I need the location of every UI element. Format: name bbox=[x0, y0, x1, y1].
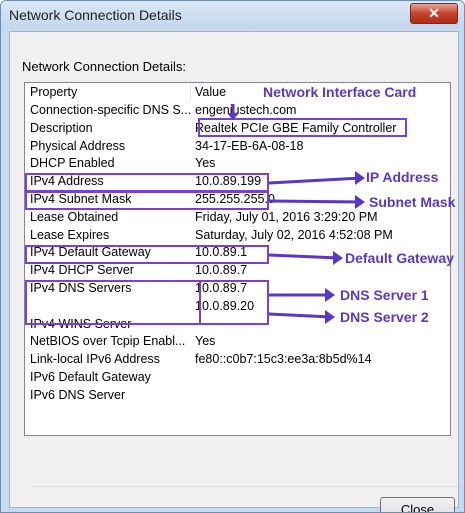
property-cell: Lease Expires bbox=[30, 227, 110, 242]
annotation-dns1: DNS Server 1 bbox=[340, 287, 429, 303]
table-row[interactable]: Lease Expires Saturday, July 02, 2016 4:5… bbox=[25, 226, 450, 244]
network-connection-details-window: Network Connection Details ✕ Network Con… bbox=[0, 0, 465, 513]
details-caption: Network Connection Details: bbox=[22, 59, 187, 74]
highlight-dns-values bbox=[199, 280, 269, 325]
annotation-gateway: Default Gateway bbox=[345, 250, 454, 266]
value-cell: Yes bbox=[195, 156, 216, 171]
value-cell: fe80::c0b7:15c3:ee3a:8b5d%14 bbox=[195, 352, 372, 367]
divider bbox=[33, 486, 458, 487]
property-cell: IPv6 Default Gateway bbox=[30, 370, 151, 384]
annotation-dns2: DNS Server 2 bbox=[340, 309, 429, 325]
value-cell: Yes bbox=[195, 334, 216, 349]
property-cell: Physical Address bbox=[30, 138, 126, 153]
annotation-subnet: Subnet Mask bbox=[369, 194, 456, 210]
table-row[interactable]: Physical Address 34-17-EB-6A-08-18 bbox=[25, 137, 450, 155]
property-cell: Lease Obtained bbox=[30, 209, 119, 224]
property-cell: Description bbox=[30, 120, 93, 135]
value-cell: Saturday, July 02, 2016 4:52:08 PM bbox=[195, 227, 393, 242]
table-row[interactable]: Lease Obtained Friday, July 01, 2016 3:29… bbox=[25, 208, 450, 226]
window-close-button[interactable]: ✕ bbox=[410, 3, 458, 24]
property-cell: NetBIOS over Tcpip Enabl... bbox=[30, 334, 186, 349]
highlight-subnet-mask bbox=[25, 191, 269, 210]
annotation-nic: Network Interface Card bbox=[263, 84, 417, 100]
value-cell: Friday, July 01, 2016 3:29:20 PM bbox=[195, 209, 378, 224]
value-cell: 34-17-EB-6A-08-18 bbox=[195, 138, 304, 153]
property-cell: Connection-specific DNS S... bbox=[30, 103, 192, 117]
window-title: Network Connection Details bbox=[9, 7, 182, 23]
table-row[interactable]: NetBIOS over Tcpip Enabl... Yes bbox=[25, 332, 450, 350]
annotation-ip: IP Address bbox=[366, 169, 439, 185]
property-cell: IPv6 DNS Server bbox=[30, 387, 126, 402]
header-value[interactable]: Value bbox=[195, 83, 226, 101]
highlight-description bbox=[198, 118, 407, 137]
table-row[interactable]: Link-local IPv6 Address fe80::c0b7:15c3:e… bbox=[25, 350, 450, 368]
table-row[interactable]: IPv6 DNS Server bbox=[25, 386, 450, 404]
highlight-ipv4-address bbox=[25, 173, 269, 192]
value-cell: engeniustech.com bbox=[195, 103, 297, 117]
table-row[interactable]: Connection-specific DNS S... engeniustech… bbox=[25, 101, 450, 119]
highlight-default-gateway bbox=[25, 245, 269, 264]
property-cell: Link-local IPv6 Address bbox=[30, 352, 160, 367]
close-icon: ✕ bbox=[428, 5, 440, 21]
header-property[interactable]: Property bbox=[30, 83, 77, 101]
title-bar: Network Connection Details ✕ bbox=[1, 1, 464, 29]
property-cell: DHCP Enabled bbox=[30, 156, 115, 171]
table-row[interactable]: IPv6 Default Gateway bbox=[25, 368, 450, 386]
close-button[interactable]: Close bbox=[380, 497, 455, 512]
header-divider[interactable] bbox=[190, 83, 191, 101]
